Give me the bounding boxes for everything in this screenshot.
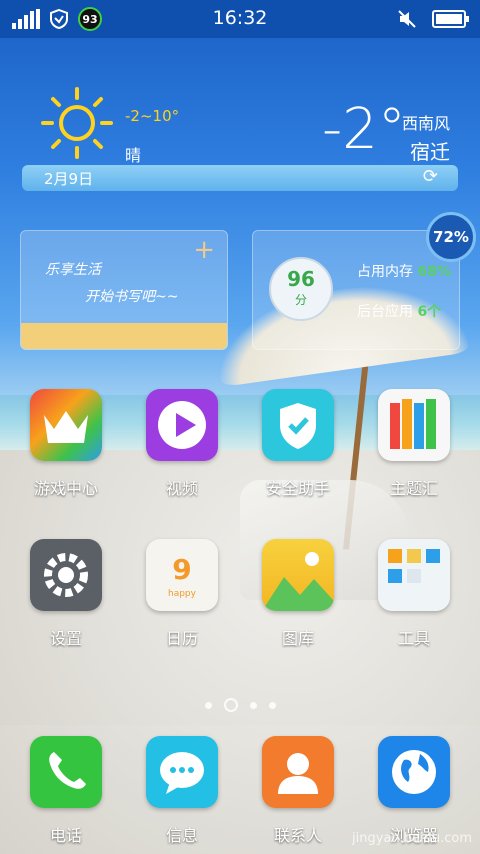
toolbox-icon bbox=[378, 539, 450, 611]
app-phone[interactable]: 电话 bbox=[11, 736, 121, 846]
app-label: 信息 bbox=[165, 826, 198, 845]
page-dot[interactable] bbox=[249, 701, 257, 709]
memory-usage: 占用内存 68% bbox=[357, 261, 451, 281]
plus-icon[interactable]: + bbox=[193, 235, 215, 265]
date-bar[interactable]: 2月9日 ⟳ bbox=[22, 165, 458, 191]
score-unit: 分 bbox=[294, 293, 307, 307]
gear-icon bbox=[30, 539, 102, 611]
note-footer bbox=[21, 323, 227, 349]
memory-label: 占用内存 bbox=[357, 264, 413, 280]
temperature-range: -2~10° bbox=[125, 107, 180, 125]
wind-direction: 西南风 bbox=[402, 114, 451, 133]
score-value: 96 bbox=[287, 267, 315, 291]
mountain-icon bbox=[262, 539, 334, 611]
globe-icon bbox=[378, 736, 450, 808]
page-dot[interactable] bbox=[204, 701, 212, 709]
app-label: 设置 bbox=[49, 629, 82, 648]
weather-condition: 晴 bbox=[125, 146, 142, 165]
app-calendar[interactable]: 9 happy 日历 bbox=[127, 539, 237, 649]
app-game-center[interactable]: 游戏中心 bbox=[11, 389, 121, 499]
status-bar: 93 16:32 bbox=[0, 0, 480, 38]
background-apps: 后台应用 6个 bbox=[357, 301, 441, 321]
shield-check-icon bbox=[262, 389, 334, 461]
app-security[interactable]: 安全助手 bbox=[243, 389, 353, 499]
background-value: 6个 bbox=[417, 304, 442, 320]
chat-icon bbox=[146, 736, 218, 808]
floating-memory-ball[interactable]: 72% bbox=[426, 212, 476, 262]
app-label: 联系人 bbox=[273, 826, 322, 845]
calendar-sub: happy bbox=[168, 589, 196, 599]
app-contacts[interactable]: 联系人 bbox=[243, 736, 353, 846]
memory-value: 68% bbox=[417, 264, 451, 280]
city-name[interactable]: 宿迁 bbox=[410, 136, 450, 165]
app-browser[interactable]: 浏览器 bbox=[359, 736, 469, 846]
date-label: 2月9日 bbox=[44, 170, 94, 188]
speed-score-button[interactable]: 96 分 bbox=[269, 257, 333, 321]
background-label: 后台应用 bbox=[357, 304, 413, 320]
battery-icon bbox=[432, 10, 469, 28]
app-tools-folder[interactable]: 工具 bbox=[359, 539, 469, 649]
app-theme[interactable]: 主题汇 bbox=[359, 389, 469, 499]
sun-icon[interactable] bbox=[40, 86, 114, 160]
page-dot-active[interactable] bbox=[223, 698, 238, 712]
app-settings[interactable]: 设置 bbox=[11, 539, 121, 649]
calendar-icon: 9 happy bbox=[146, 539, 218, 611]
current-temperature: -2° bbox=[322, 97, 406, 162]
page-dot[interactable] bbox=[268, 701, 276, 709]
crown-icon bbox=[30, 389, 102, 461]
app-label: 日历 bbox=[165, 629, 198, 648]
pencils-icon bbox=[378, 389, 450, 461]
app-label: 工具 bbox=[397, 629, 430, 648]
note-line-2: 开始书写吧~~ bbox=[85, 289, 179, 305]
calendar-day: 9 bbox=[172, 553, 192, 586]
phone-icon bbox=[30, 736, 102, 808]
app-messages[interactable]: 信息 bbox=[127, 736, 237, 846]
app-label: 主题汇 bbox=[389, 479, 438, 498]
app-gallery[interactable]: 图库 bbox=[243, 539, 353, 649]
app-label: 电话 bbox=[49, 826, 82, 845]
mute-icon bbox=[398, 10, 416, 28]
person-icon bbox=[262, 736, 334, 808]
app-video[interactable]: 视频 bbox=[127, 389, 237, 499]
app-label: 图库 bbox=[281, 629, 314, 648]
app-label: 视频 bbox=[165, 479, 198, 498]
page-indicator[interactable] bbox=[0, 698, 480, 712]
app-label: 安全助手 bbox=[265, 479, 330, 498]
note-line-1: 乐享生活 bbox=[45, 262, 101, 278]
note-widget[interactable]: + 乐享生活 开始书写吧~~ bbox=[20, 230, 228, 350]
watermark: jingyan.baidu.com bbox=[352, 831, 472, 846]
play-icon bbox=[146, 389, 218, 461]
app-label: 游戏中心 bbox=[33, 479, 98, 498]
refresh-icon[interactable]: ⟳ bbox=[423, 166, 438, 187]
